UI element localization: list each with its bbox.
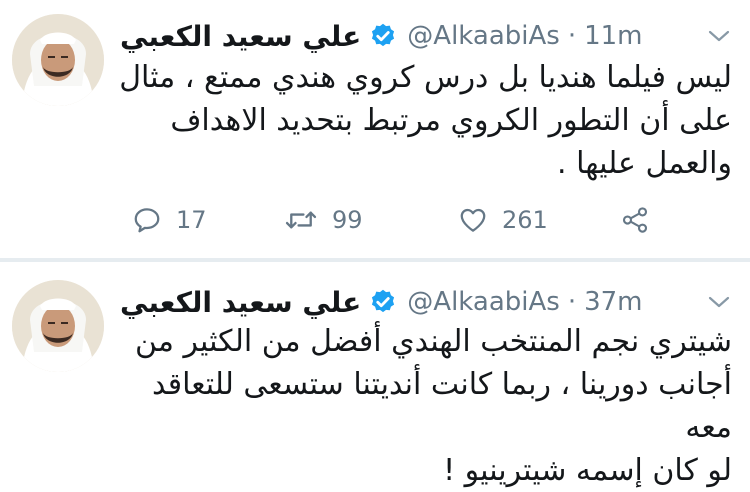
verified-badge-icon — [372, 289, 395, 313]
retweet-count: 99 — [332, 206, 363, 234]
tweet-text-line: شيتري نجم المنتخب الهندي أفضل من الكثير … — [135, 324, 732, 359]
tweet-text-line: والعمل عليها . — [557, 146, 732, 181]
timestamp[interactable]: 37m — [584, 287, 642, 317]
share-button[interactable] — [620, 200, 650, 240]
retweet-icon — [285, 211, 317, 229]
tweet-header: علي سعيد الكعبي @AlkaabiAs · 37m — [120, 282, 680, 322]
chevron-down-icon[interactable] — [706, 26, 732, 46]
like-button[interactable]: 261 — [458, 200, 548, 240]
chevron-down-icon[interactable] — [706, 292, 732, 312]
avatar-photo — [12, 14, 104, 106]
separator-dot: · — [567, 287, 577, 317]
reply-icon — [134, 208, 160, 233]
tweet[interactable]: علي سعيد الكعبي @AlkaabiAs · 37m شيتري ن… — [0, 262, 750, 488]
tweet-text-line: على أن التطور الكروي مرتبط بتحديد الاهدا… — [170, 103, 732, 138]
separator-dot: · — [567, 21, 577, 51]
avatar[interactable] — [12, 280, 104, 372]
tweet-text: شيتري نجم المنتخب الهندي أفضل من الكثير … — [112, 320, 732, 492]
author-name[interactable]: علي سعيد الكعبي — [120, 20, 361, 53]
heart-icon — [460, 208, 486, 232]
tweet[interactable]: علي سعيد الكعبي @AlkaabiAs · 11m ليس فيل… — [0, 0, 750, 258]
reply-button[interactable]: 17 — [132, 200, 207, 240]
author-name[interactable]: علي سعيد الكعبي — [120, 286, 361, 319]
timestamp[interactable]: 11m — [584, 21, 642, 51]
reply-count: 17 — [176, 206, 207, 234]
retweet-button[interactable]: 99 — [284, 200, 363, 240]
verified-badge-icon — [372, 23, 395, 47]
tweet-header: علي سعيد الكعبي @AlkaabiAs · 11m — [120, 16, 680, 56]
avatar[interactable] — [12, 14, 104, 106]
avatar-photo — [12, 280, 104, 372]
author-handle[interactable]: @AlkaabiAs — [407, 287, 560, 317]
tweet-actions: 17 99 261 — [120, 200, 680, 240]
like-count: 261 — [502, 206, 548, 234]
author-handle[interactable]: @AlkaabiAs — [407, 21, 560, 51]
tweet-text-line: أجانب دورينا ، ربما كانت أنديتنا ستسعى ل… — [152, 367, 732, 445]
share-icon — [622, 207, 648, 233]
tweet-text-line: ليس فيلما هنديا بل درس كروي هندي ممتع ، … — [119, 60, 732, 95]
tweet-text-line: لو كان إسمه شيترينيو ! — [443, 453, 732, 488]
tweet-text: ليس فيلما هنديا بل درس كروي هندي ممتع ، … — [112, 56, 732, 185]
